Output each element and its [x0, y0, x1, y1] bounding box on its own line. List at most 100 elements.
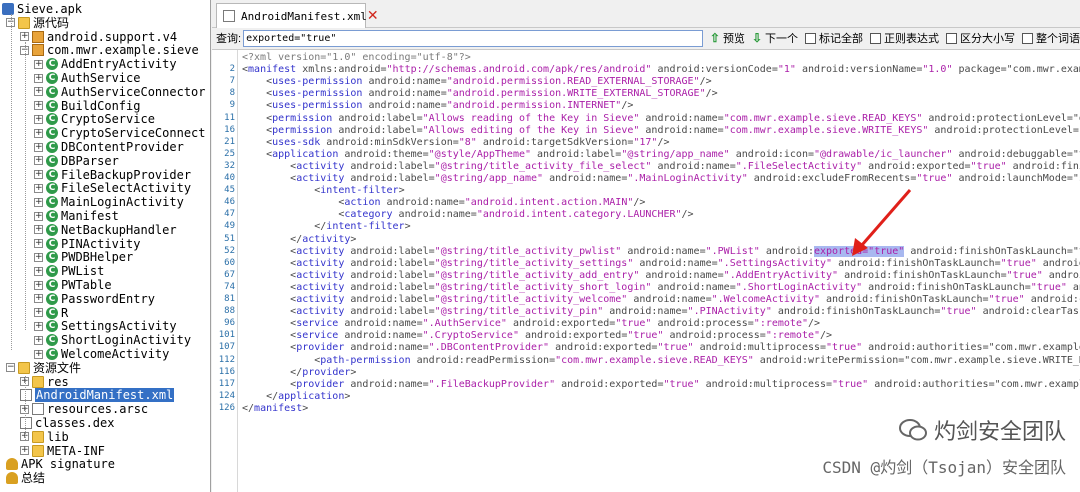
- expand-icon[interactable]: +: [34, 87, 43, 97]
- expand-icon[interactable]: +: [34, 114, 43, 124]
- tree-item-class[interactable]: + C R: [34, 306, 68, 320]
- tree-guide-line: [11, 14, 12, 350]
- class-icon: C: [46, 58, 58, 71]
- expand-icon[interactable]: +: [34, 349, 43, 359]
- tree-item-class[interactable]: + C PINActivity: [34, 237, 140, 251]
- search-input[interactable]: [243, 29, 703, 47]
- tree-root-apk[interactable]: Sieve.apk: [2, 2, 82, 16]
- tree-item-label: resources.arsc: [47, 402, 149, 417]
- tree-item-class[interactable]: + C NetBackupHandler: [34, 223, 177, 237]
- expand-icon[interactable]: +: [34, 59, 43, 69]
- tree-item-class[interactable]: + C AuthService: [34, 71, 140, 85]
- tree-item-label: classes.dex: [35, 416, 115, 430]
- tree-item-resource[interactable]: + res: [20, 375, 69, 389]
- tree-item-source[interactable]: − 源代码: [6, 16, 69, 30]
- tree-item-class[interactable]: + C PWList: [34, 264, 104, 278]
- tree-item-class[interactable]: + C AddEntryActivity: [34, 57, 177, 71]
- tree-item-apk-signature[interactable]: APK signature: [6, 457, 115, 471]
- tree-item-label: 源代码: [33, 15, 70, 30]
- file-icon: [20, 417, 32, 429]
- watermark: 灼剑安全团队 CSDN @灼剑（Tsojan）安全团队: [822, 414, 1066, 478]
- tree-item-label: NetBackupHandler: [61, 222, 177, 237]
- expand-icon[interactable]: +: [34, 183, 43, 193]
- tree-item-label: CryptoServiceConnect: [61, 126, 206, 141]
- expand-icon[interactable]: +: [34, 225, 43, 235]
- preview-button[interactable]: ⇧ 预览: [710, 30, 745, 46]
- tree-item-class[interactable]: + C WelcomeActivity: [34, 347, 169, 361]
- expand-icon[interactable]: +: [34, 321, 43, 331]
- tree-item-resources[interactable]: − 资源文件: [6, 361, 81, 375]
- class-icon: C: [46, 334, 58, 347]
- regex-checkbox[interactable]: 正则表达式: [870, 30, 939, 46]
- tree-item-resource[interactable]: + lib: [20, 430, 69, 444]
- class-icon: C: [46, 182, 58, 195]
- expand-icon[interactable]: +: [34, 128, 43, 138]
- expand-icon[interactable]: +: [34, 308, 43, 318]
- tree-item-class[interactable]: + C DBParser: [34, 154, 119, 168]
- class-icon: C: [46, 99, 58, 112]
- expand-icon[interactable]: +: [34, 266, 43, 276]
- expand-icon[interactable]: +: [34, 142, 43, 152]
- tree-item-resource[interactable]: + resources.arsc: [20, 402, 148, 416]
- tree-item-package[interactable]: + android.support.v4: [20, 30, 177, 44]
- tree-item-class[interactable]: + C PWDBHelper: [34, 250, 133, 264]
- tree-item-class[interactable]: + C Manifest: [34, 209, 119, 223]
- tab-androidmanifest[interactable]: AndroidManifest.xml ✕: [216, 3, 379, 28]
- project-tree[interactable]: Sieve.apk − 源代码 + android.support.v4− com.mwr…: [0, 0, 211, 492]
- tree-item-label: DBContentProvider: [61, 140, 184, 154]
- expand-icon[interactable]: +: [34, 197, 43, 207]
- tree-item-class[interactable]: + C CryptoServiceConnect: [34, 126, 206, 140]
- tree-item-label: AndroidManifest.xml: [35, 388, 175, 403]
- tree-item-summary[interactable]: 总结: [6, 471, 45, 485]
- next-button[interactable]: ⇩ 下一个: [752, 30, 798, 46]
- expand-icon[interactable]: +: [34, 211, 43, 221]
- mark-all-checkbox[interactable]: 标记全部: [805, 30, 863, 46]
- tree-item-label: SettingsActivity: [61, 319, 177, 334]
- collapse-icon[interactable]: −: [6, 363, 15, 373]
- expand-icon[interactable]: +: [34, 239, 43, 249]
- whole-word-checkbox[interactable]: 整个词语: [1022, 30, 1080, 46]
- code-editor[interactable]: 2 7 8 9 11 16 21 25 32 40 45 46 47 49 51 52 60 67 74 81 88 96…: [212, 49, 1080, 492]
- tree-item-class[interactable]: + C DBContentProvider: [34, 140, 184, 154]
- tree-item-class[interactable]: + C ShortLoginActivity: [34, 333, 191, 347]
- expand-icon[interactable]: +: [34, 101, 43, 111]
- expand-icon[interactable]: +: [34, 73, 43, 83]
- expand-icon[interactable]: +: [34, 156, 43, 166]
- watermark-caption: CSDN @灼剑（Tsojan）安全团队: [822, 458, 1066, 477]
- tree-item-resource[interactable]: classes.dex: [20, 416, 114, 430]
- tree-item-resource[interactable]: + META-INF: [20, 444, 105, 458]
- tree-item-class[interactable]: + C FileSelectActivity: [34, 181, 191, 195]
- expand-icon[interactable]: +: [34, 335, 43, 345]
- close-icon[interactable]: ✕: [367, 9, 379, 23]
- tree-item-class[interactable]: + C AuthServiceConnector: [34, 85, 206, 99]
- file-icon: [32, 403, 44, 416]
- tree-item-resource[interactable]: AndroidManifest.xml: [20, 388, 175, 403]
- tree-item-class[interactable]: + C MainLoginActivity: [34, 195, 184, 209]
- tree-item-class[interactable]: + C PWTable: [34, 278, 112, 292]
- tree-item-label: 总结: [21, 471, 46, 486]
- arrow-down-icon: ⇩: [751, 31, 762, 45]
- expand-icon[interactable]: +: [34, 294, 43, 304]
- expand-icon[interactable]: +: [34, 280, 43, 290]
- expand-icon[interactable]: +: [20, 32, 29, 42]
- folder-icon: [32, 444, 44, 457]
- tree-item-package[interactable]: − com.mwr.example.sieve: [20, 43, 199, 57]
- xml-file-icon: [223, 10, 235, 22]
- tree-item-class[interactable]: + C BuildConfig: [34, 99, 140, 113]
- expand-icon[interactable]: +: [34, 252, 43, 262]
- tree-item-label: ShortLoginActivity: [61, 333, 192, 348]
- tree-item-class[interactable]: + C PasswordEntry: [34, 292, 155, 306]
- editor-tab-bar: AndroidManifest.xml ✕: [212, 0, 1080, 28]
- expand-icon[interactable]: +: [20, 446, 29, 456]
- class-icon: C: [46, 127, 58, 140]
- tree-item-label: AuthServiceConnector: [61, 84, 206, 99]
- tree-item-class[interactable]: + C CryptoService: [34, 112, 155, 126]
- tree-item-label: CryptoService: [61, 112, 155, 127]
- case-sensitive-checkbox[interactable]: 区分大小写: [946, 30, 1015, 46]
- tree-item-class[interactable]: + C FileBackupProvider: [34, 168, 191, 182]
- tree-item-label: PWTable: [61, 278, 112, 292]
- tree-item-class[interactable]: + C SettingsActivity: [34, 319, 177, 333]
- expand-icon[interactable]: +: [34, 170, 43, 180]
- file-icon: [20, 389, 32, 402]
- tree-item-label: 资源文件: [33, 360, 82, 375]
